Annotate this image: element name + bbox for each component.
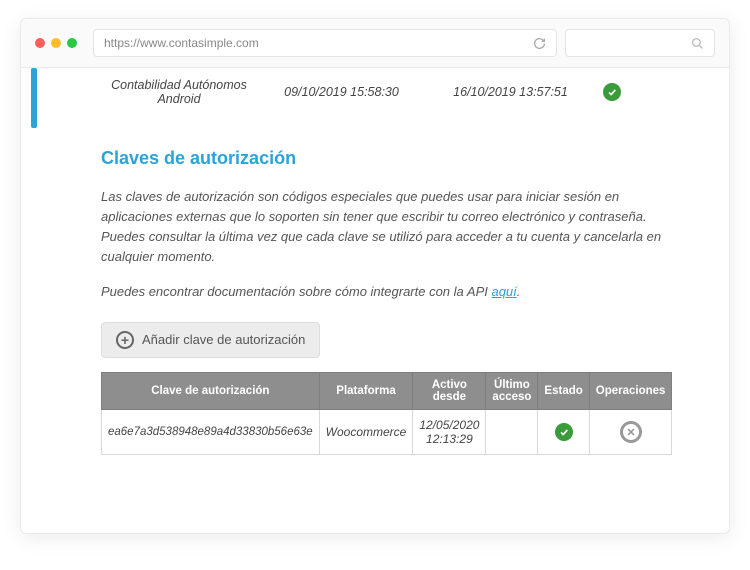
search-box[interactable] bbox=[565, 29, 715, 57]
session-last-access: 16/10/2019 13:57:51 bbox=[426, 85, 595, 99]
table-row: ea6e7a3d538948e89a4d33830b56e63e Woocomm… bbox=[102, 409, 672, 454]
session-created: 09/10/2019 15:58:30 bbox=[257, 85, 426, 99]
add-auth-key-label: Añadir clave de autorización bbox=[142, 332, 305, 347]
check-icon bbox=[603, 83, 621, 101]
browser-window: https://www.contasimple.com Contabilidad… bbox=[20, 18, 730, 534]
section-description-1: Las claves de autorización son códigos e… bbox=[101, 187, 669, 268]
th-last-access: Último acceso bbox=[486, 372, 538, 409]
search-icon bbox=[691, 37, 704, 50]
th-key: Clave de autorización bbox=[102, 372, 320, 409]
session-app-name: Contabilidad Autónomos Android bbox=[101, 78, 257, 106]
reload-icon[interactable] bbox=[533, 37, 546, 50]
th-active-since: Activo desde bbox=[413, 372, 486, 409]
cell-status bbox=[538, 409, 589, 454]
window-controls bbox=[35, 38, 77, 48]
th-status: Estado bbox=[538, 372, 589, 409]
cell-key: ea6e7a3d538948e89a4d33830b56e63e bbox=[102, 409, 320, 454]
section-description-2: Puedes encontrar documentación sobre cóm… bbox=[101, 282, 669, 302]
maximize-icon[interactable] bbox=[67, 38, 77, 48]
sessions-table-row: Contabilidad Autónomos Android 09/10/201… bbox=[101, 68, 669, 120]
section-title: Claves de autorización bbox=[101, 148, 669, 169]
sidebar-accent bbox=[31, 68, 37, 128]
address-bar[interactable]: https://www.contasimple.com bbox=[93, 29, 557, 57]
url-text: https://www.contasimple.com bbox=[104, 36, 525, 50]
cell-ops bbox=[589, 409, 672, 454]
minimize-icon[interactable] bbox=[51, 38, 61, 48]
browser-chrome: https://www.contasimple.com bbox=[21, 19, 729, 68]
page-content: Contabilidad Autónomos Android 09/10/201… bbox=[21, 68, 729, 533]
plus-icon: + bbox=[116, 331, 134, 349]
auth-keys-table: Clave de autorización Plataforma Activo … bbox=[101, 372, 672, 455]
cell-platform: Woocommerce bbox=[319, 409, 413, 454]
th-ops: Operaciones bbox=[589, 372, 672, 409]
api-docs-link[interactable]: aquí bbox=[491, 284, 516, 299]
add-auth-key-button[interactable]: + Añadir clave de autorización bbox=[101, 322, 320, 358]
table-header-row: Clave de autorización Plataforma Activo … bbox=[102, 372, 672, 409]
th-platform: Plataforma bbox=[319, 372, 413, 409]
cell-last-access bbox=[486, 409, 538, 454]
cell-active-since: 12/05/2020 12:13:29 bbox=[413, 409, 486, 454]
close-icon[interactable] bbox=[35, 38, 45, 48]
cancel-key-button[interactable] bbox=[620, 421, 642, 443]
check-icon bbox=[555, 423, 573, 441]
